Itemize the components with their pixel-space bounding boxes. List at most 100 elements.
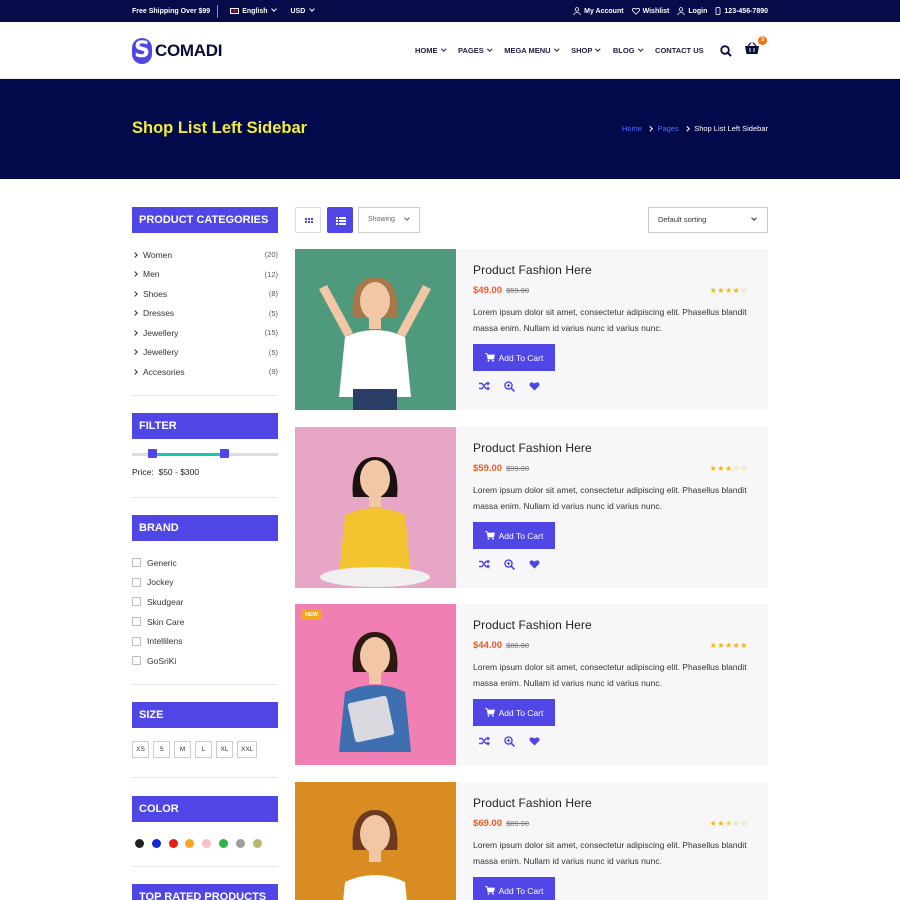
color-swatch[interactable] [252, 839, 262, 848]
currency-label: USD [290, 7, 306, 15]
add-to-cart-button[interactable]: Add To Cart [473, 699, 555, 726]
checkbox[interactable] [132, 577, 141, 587]
site-logo[interactable]: S COMADI [132, 38, 222, 64]
add-to-cart-label: Add To Cart [498, 885, 544, 896]
breadcrumb-pages[interactable]: Pages [657, 124, 678, 133]
size-option[interactable]: XXL [237, 741, 258, 758]
nav-blog[interactable]: BLOG [613, 46, 643, 55]
checkbox[interactable] [132, 558, 141, 568]
brand-checkbox-item[interactable]: Intellilens [132, 631, 278, 651]
showing-select[interactable]: Showing [358, 207, 420, 233]
price-range-slider[interactable] [132, 449, 278, 458]
product-name[interactable]: Product Fashion Here [473, 263, 753, 277]
rating-stars: ★★★☆☆ [710, 464, 748, 473]
category-item[interactable]: Jewellery (15) [132, 323, 278, 343]
color-swatch[interactable] [168, 839, 178, 848]
add-to-cart-label: Add To Cart [498, 530, 544, 541]
product-name[interactable]: Product Fashion Here [473, 441, 753, 455]
grid-view-button[interactable] [295, 207, 321, 233]
cart-button[interactable]: 3 [744, 36, 767, 60]
wishlist-link[interactable]: Wishlist [631, 7, 669, 15]
product-photo [295, 604, 456, 765]
size-option[interactable]: XL [216, 741, 233, 758]
brand-checkbox-item[interactable]: GoSriKi [132, 651, 278, 671]
checkbox[interactable] [132, 597, 141, 607]
add-to-cart-button[interactable]: Add To Cart [473, 344, 555, 371]
cart-icon [484, 886, 495, 895]
product-name[interactable]: Product Fashion Here [473, 618, 753, 632]
login-label: Login [688, 7, 708, 15]
grid-icon [305, 218, 313, 223]
product-image[interactable] [295, 782, 456, 900]
nav-shop[interactable]: SHOP [571, 46, 601, 55]
star-icon: ★ [724, 641, 733, 650]
nav-home[interactable]: HOME [415, 46, 446, 55]
size-option[interactable]: L [195, 741, 212, 758]
nav-mega-menu[interactable]: MEGA MENU [504, 46, 559, 55]
category-count: (15) [264, 328, 278, 338]
category-item[interactable]: Jewellery (5) [132, 343, 278, 363]
category-label: Accesories [143, 366, 185, 377]
color-swatch[interactable] [151, 839, 161, 848]
heart-icon[interactable] [529, 559, 540, 569]
zoom-icon[interactable] [504, 381, 515, 392]
brand-checkbox-item[interactable]: Generic [132, 553, 278, 573]
size-heading: SIZE [132, 702, 278, 728]
size-option[interactable]: M [174, 741, 191, 758]
category-item[interactable]: Men (12) [132, 265, 278, 285]
add-to-cart-button[interactable]: Add To Cart [473, 877, 555, 900]
category-item[interactable]: Accesories (9) [132, 362, 278, 382]
zoom-icon[interactable] [504, 559, 515, 570]
chevron-down-icon [309, 5, 316, 12]
product-card: Product Fashion Here $49.00 $59.00 Lorem … [295, 249, 768, 410]
product-image[interactable] [295, 427, 456, 588]
zoom-icon[interactable] [504, 736, 515, 747]
shuffle-compare-icon[interactable] [479, 736, 490, 746]
size-option[interactable]: S [153, 741, 170, 758]
list-view-button[interactable] [327, 207, 353, 233]
language-label: English [242, 7, 268, 15]
breadcrumb: Home Pages Shop List Left Sidebar [622, 124, 768, 133]
sort-select[interactable]: Default sorting [648, 207, 768, 233]
chevron-down-icon [637, 46, 643, 51]
color-swatch[interactable] [235, 839, 245, 848]
my-account-link[interactable]: My Account [573, 7, 624, 15]
add-to-cart-button[interactable]: Add To Cart [473, 522, 555, 549]
divider [132, 395, 278, 396]
shuffle-compare-icon[interactable] [479, 559, 490, 569]
brand-checkbox-item[interactable]: Skudgear [132, 592, 278, 612]
search-icon[interactable] [720, 45, 732, 57]
product-name[interactable]: Product Fashion Here [473, 796, 753, 810]
color-swatch[interactable] [185, 839, 195, 848]
size-option[interactable]: XS [132, 741, 149, 758]
language-select[interactable]: English [230, 5, 278, 15]
user-icon [677, 7, 685, 15]
currency-select[interactable]: USD [290, 5, 316, 15]
brand-checkbox-item[interactable]: Jockey [132, 573, 278, 593]
category-item[interactable]: Dresses (5) [132, 304, 278, 324]
color-swatch[interactable] [135, 839, 144, 848]
brand-checkbox-item[interactable]: Skin Care [132, 612, 278, 632]
heart-icon[interactable] [529, 381, 540, 391]
category-item[interactable]: Women (20) [132, 245, 278, 265]
price-min-handle[interactable] [148, 449, 157, 458]
product-image[interactable] [295, 604, 456, 765]
category-item[interactable]: Shoes (8) [132, 284, 278, 304]
login-link[interactable]: Login [677, 7, 707, 15]
checkbox[interactable] [132, 636, 141, 646]
heart-icon[interactable] [529, 736, 540, 746]
price-max-handle[interactable] [220, 449, 229, 458]
checkbox[interactable] [132, 656, 141, 666]
nav-contact-us[interactable]: CONTACT US [655, 46, 704, 55]
category-label: Dresses [143, 308, 175, 319]
breadcrumb-home[interactable]: Home [622, 124, 642, 133]
color-swatch[interactable] [218, 839, 228, 848]
color-swatch[interactable] [202, 839, 212, 848]
phone-link[interactable]: 123-456-7890 [715, 7, 768, 15]
size-options: XS S M L XL XXL [132, 741, 258, 758]
product-image[interactable] [295, 249, 456, 410]
phone-icon [716, 7, 721, 15]
checkbox[interactable] [132, 617, 141, 627]
shuffle-compare-icon[interactable] [479, 381, 490, 391]
nav-pages[interactable]: PAGES [458, 46, 492, 55]
